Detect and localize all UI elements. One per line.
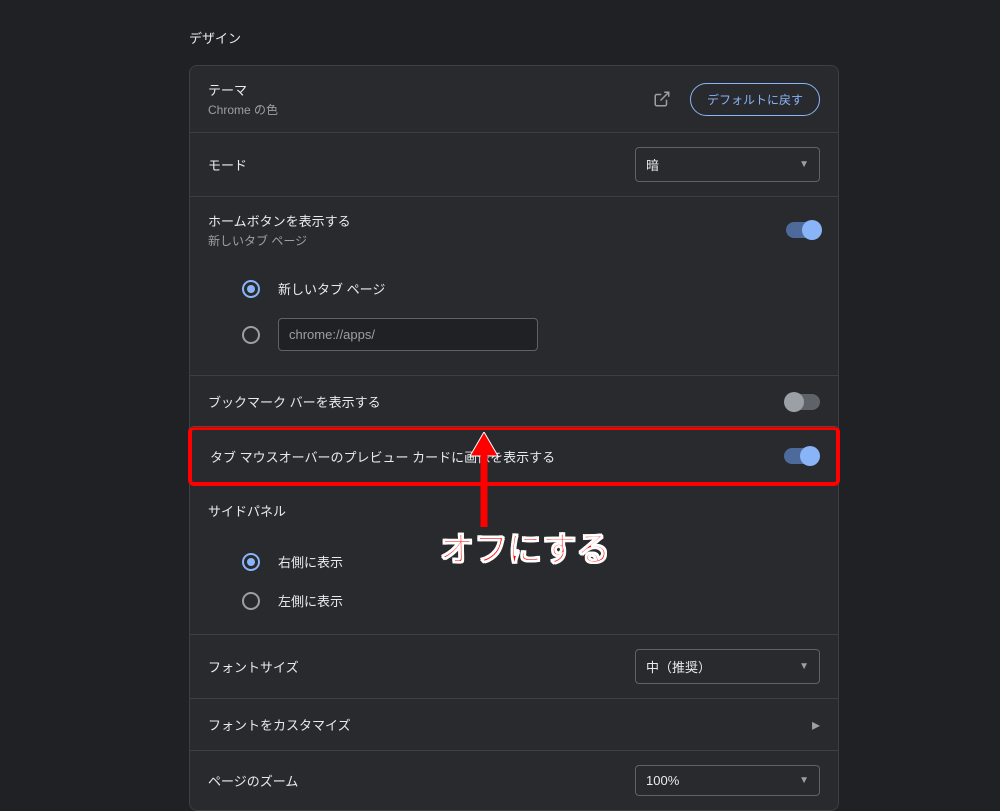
side-panel-label: サイドパネル (208, 501, 286, 520)
tab-hover-preview-row: タブ マウスオーバーのプレビュー カードに画像を表示する (192, 430, 836, 482)
page-zoom-select[interactable]: 100% ▼ (635, 765, 820, 796)
section-title: デザイン (189, 28, 839, 47)
radio-new-tab-line: 新しいタブ ページ (208, 269, 820, 308)
mode-row: モード 暗 ▼ (190, 133, 838, 197)
annotation-text: オフにする (440, 522, 610, 571)
page-zoom-label: ページのズーム (208, 771, 298, 790)
highlight-tab-hover: タブ マウスオーバーのプレビュー カードに画像を表示する (188, 426, 840, 486)
home-button-toggle[interactable] (786, 222, 820, 238)
settings-content: デザイン テーマ Chrome の色 デフォルトに戻す モード (189, 28, 839, 811)
caret-down-icon: ▼ (799, 159, 809, 170)
caret-down-icon: ▼ (799, 661, 809, 672)
custom-url-input[interactable] (278, 318, 538, 351)
settings-panel: テーマ Chrome の色 デフォルトに戻す モード 暗 ▼ (189, 65, 839, 811)
mode-select[interactable]: 暗 ▼ (635, 147, 820, 182)
mode-label: モード (208, 155, 247, 174)
bookmarks-bar-label: ブックマーク バーを表示する (208, 392, 381, 411)
home-button-sub: 新しいタブ ページ (208, 232, 786, 249)
radio-side-left[interactable] (242, 592, 260, 610)
open-in-new-icon[interactable] (646, 83, 678, 115)
caret-down-icon: ▼ (799, 775, 809, 786)
chevron-right-icon: ▸ (812, 715, 820, 735)
radio-side-left-label: 左側に表示 (278, 591, 343, 610)
theme-label: テーマ (208, 80, 646, 99)
home-button-text: ホームボタンを表示する 新しいタブ ページ (208, 211, 786, 249)
bookmarks-bar-row: ブックマーク バーを表示する (190, 376, 838, 428)
radio-new-tab-label: 新しいタブ ページ (278, 279, 385, 298)
font-size-select[interactable]: 中（推奨） ▼ (635, 649, 820, 684)
theme-text: テーマ Chrome の色 (208, 80, 646, 118)
font-size-value: 中（推奨） (646, 657, 711, 676)
page-zoom-row: ページのズーム 100% ▼ (190, 751, 838, 810)
mode-value: 暗 (646, 155, 659, 174)
tab-hover-preview-label: タブ マウスオーバーのプレビュー カードに画像を表示する (210, 447, 555, 466)
customize-fonts-row[interactable]: フォントをカスタマイズ ▸ (190, 699, 838, 751)
customize-fonts-label: フォントをカスタマイズ (208, 715, 351, 734)
home-button-row: ホームボタンを表示する 新しいタブ ページ (190, 197, 838, 263)
theme-row: テーマ Chrome の色 デフォルトに戻す (190, 66, 838, 133)
home-button-label: ホームボタンを表示する (208, 211, 786, 230)
theme-sub: Chrome の色 (208, 101, 646, 118)
reset-default-button[interactable]: デフォルトに戻す (690, 83, 820, 116)
radio-left-line: 左側に表示 (208, 581, 820, 620)
tab-hover-preview-toggle[interactable] (784, 448, 818, 464)
bookmarks-bar-toggle[interactable] (786, 394, 820, 410)
radio-new-tab[interactable] (242, 280, 260, 298)
page-zoom-value: 100% (646, 773, 679, 788)
home-button-options: 新しいタブ ページ (190, 263, 838, 376)
font-size-label: フォントサイズ (208, 657, 299, 676)
radio-custom-url[interactable] (242, 326, 260, 344)
radio-side-right[interactable] (242, 553, 260, 571)
font-size-row: フォントサイズ 中（推奨） ▼ (190, 635, 838, 699)
radio-side-right-label: 右側に表示 (278, 552, 343, 571)
radio-url-line (208, 308, 820, 361)
